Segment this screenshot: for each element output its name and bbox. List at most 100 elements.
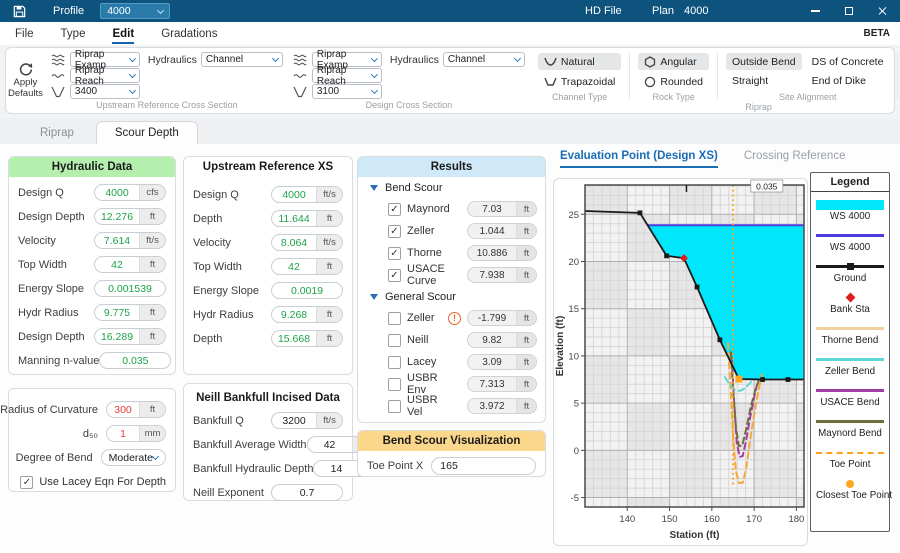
legend-swatch-dot <box>816 478 884 489</box>
legend-swatch-line <box>816 323 884 334</box>
profile-dropdown[interactable]: 4000 <box>100 3 170 19</box>
tab-evaluation-point[interactable]: Evaluation Point (Design XS) <box>560 150 718 168</box>
field-input[interactable]: 0.001539 <box>94 280 166 297</box>
legend-swatch-diamond <box>816 292 884 303</box>
menu-edit[interactable]: Edit <box>112 22 134 45</box>
design-hydraulics-combo[interactable]: Channel <box>443 52 525 67</box>
use-lacey-checkbox[interactable] <box>20 476 33 489</box>
upstream-reach-combo[interactable]: Riprap Reach <box>70 68 140 83</box>
site-end-of-dike[interactable]: End of Dike <box>806 72 890 89</box>
upstream-hydraulics-combo[interactable]: Channel <box>201 52 283 67</box>
radius-of-curvature-input[interactable]: 300ft <box>106 401 166 418</box>
tab-riprap[interactable]: Riprap <box>22 121 92 144</box>
legend-label: WS 4000 <box>816 242 884 253</box>
legend-label: Ground <box>816 273 884 284</box>
results-panel: Results Bend Scour Maynord ! 7.03 ft Zel… <box>357 156 546 423</box>
field-input[interactable]: 8.064 ft/s <box>271 234 343 251</box>
waves-icon <box>51 53 66 66</box>
chevron-down-icon <box>371 55 378 62</box>
toe-point-x-label: Toe Point X <box>367 460 423 472</box>
field-input[interactable]: 4000 cfs <box>94 184 166 201</box>
result-value: 1.044 ft <box>467 223 537 239</box>
upstream-station-combo[interactable]: 3400 <box>70 84 140 99</box>
close-button[interactable] <box>866 0 900 22</box>
result-checkbox[interactable] <box>388 269 401 282</box>
field-input[interactable]: 3200 ft/s <box>271 412 343 429</box>
result-value: 3.972 ft <box>467 398 537 414</box>
scour-depth-page: Hydraulic Data Design Q 4000 cfs Design … <box>0 144 900 553</box>
legend-label: WS 4000 <box>816 211 884 222</box>
degree-of-bend-dropdown[interactable]: Moderate <box>101 449 166 466</box>
field-input[interactable]: 42 ft <box>271 258 343 275</box>
field-input[interactable]: 0.7 <box>271 484 343 501</box>
field-row: Neill Exponent 0.7 <box>184 484 352 501</box>
field-input[interactable]: 0.035 <box>99 352 171 369</box>
field-row: Bankfull Hydraulic Depth 14 ft <box>184 460 352 477</box>
result-checkbox[interactable] <box>388 203 401 216</box>
legend-swatch-line <box>816 354 884 365</box>
field-input[interactable]: 12.276 ft <box>94 208 166 225</box>
design-station-combo[interactable]: 3100 <box>312 84 382 99</box>
field-input[interactable]: 16.289 ft <box>94 328 166 345</box>
tab-crossing-reference[interactable]: Crossing Reference <box>744 150 846 168</box>
menu-gradations[interactable]: Gradations <box>161 22 217 45</box>
result-label: Maynord <box>407 203 450 215</box>
result-label: Lacey <box>407 356 436 368</box>
save-icon[interactable] <box>12 4 27 19</box>
rock-type-rounded[interactable]: Rounded <box>638 73 709 90</box>
legend-item: Toe Point <box>816 447 884 470</box>
minimize-icon <box>811 10 820 12</box>
field-label: Bankfull Q <box>193 415 244 427</box>
hd-file-label: HD File <box>585 5 622 17</box>
d50-input[interactable]: 1mm <box>106 425 166 442</box>
svg-text:170: 170 <box>746 514 762 525</box>
chevron-down-icon <box>157 6 164 13</box>
field-row: Depth 15.668 ft <box>184 330 352 347</box>
result-checkbox[interactable] <box>388 400 401 413</box>
result-checkbox[interactable] <box>388 312 401 325</box>
result-checkbox[interactable] <box>388 247 401 260</box>
field-input[interactable]: 4000 ft/s <box>271 186 343 203</box>
field-input[interactable]: 7.614 ft/s <box>94 232 166 249</box>
result-checkbox[interactable] <box>388 378 401 391</box>
field-input[interactable]: 15.668 ft <box>271 330 343 347</box>
field-input[interactable]: 9.268 ft <box>271 306 343 323</box>
rock-type-angular[interactable]: Angular <box>638 53 709 70</box>
menu-type[interactable]: Type <box>61 22 86 45</box>
tab-scour-depth[interactable]: Scour Depth <box>96 121 198 144</box>
minimize-button[interactable] <box>798 0 832 22</box>
field-label: Depth <box>193 213 222 225</box>
use-lacey-label: Use Lacey Eqn For Depth <box>39 476 166 488</box>
field-row: Velocity 8.064 ft/s <box>184 234 352 251</box>
field-input[interactable]: 11.644 ft <box>271 210 343 227</box>
result-checkbox[interactable] <box>388 356 401 369</box>
unit-label: ft <box>516 311 536 325</box>
channel-type-natural[interactable]: Natural <box>538 53 621 70</box>
result-checkbox[interactable] <box>388 334 401 347</box>
field-row: Energy Slope 0.001539 <box>9 280 175 297</box>
unit-label: ft <box>516 246 536 260</box>
toe-point-x-input[interactable]: 165 <box>431 457 536 475</box>
maximize-button[interactable] <box>832 0 866 22</box>
field-input[interactable]: 9.775 ft <box>94 304 166 321</box>
field-input[interactable]: 0.0019 <box>271 282 343 299</box>
waves-icon <box>293 53 308 66</box>
cross-section-icon <box>51 85 66 98</box>
site-outside-bend[interactable]: Outside Bend <box>726 53 802 70</box>
site-straight[interactable]: Straight <box>726 72 802 89</box>
svg-text:10: 10 <box>568 351 579 362</box>
result-checkbox[interactable] <box>388 225 401 238</box>
unit-label: ft <box>139 305 165 320</box>
menu-file[interactable]: File <box>15 22 34 45</box>
design-reach-combo[interactable]: Riprap Reach <box>312 68 382 83</box>
site-ds-of-concrete[interactable]: DS of Concrete <box>806 53 890 70</box>
rock-type-label: Rock Type <box>633 92 714 102</box>
results-group-header[interactable]: Bend Scour <box>358 177 545 198</box>
chevron-down-icon <box>371 71 378 78</box>
channel-type-trapazoidal[interactable]: Trapazoidal <box>538 73 621 90</box>
results-group-header[interactable]: General Scour <box>358 286 545 307</box>
field-input[interactable]: 42 ft <box>94 256 166 273</box>
angular-rock-icon <box>644 56 656 68</box>
apply-defaults-button[interactable]: Apply Defaults <box>8 50 43 111</box>
upstream-xs-group: Riprap Examp Hydraulics Channel Riprap R… <box>49 50 285 111</box>
